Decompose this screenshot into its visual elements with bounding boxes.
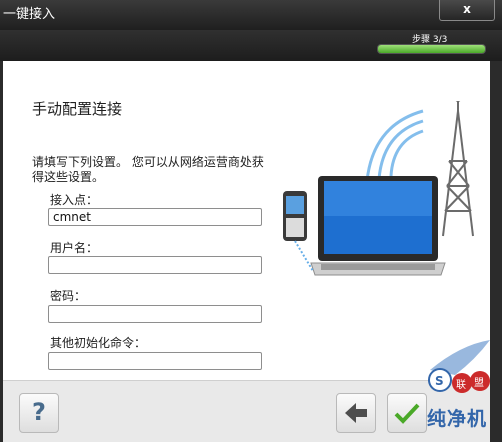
svg-text:联: 联 [456,379,466,391]
username-label: 用户名： [50,241,99,255]
bottom-toolbar: ? [3,380,490,442]
password-label: 密码： [50,289,87,303]
init-command-input[interactable] [48,352,262,370]
close-button[interactable]: x [439,0,495,21]
password-input[interactable] [48,305,262,323]
back-button[interactable] [336,393,376,433]
progress-bar-fill [378,45,485,53]
watermark-logo: S 联 盟 [428,340,490,393]
username-input[interactable] [48,256,262,274]
apn-input[interactable] [48,208,262,226]
window-title: 一键接入 [3,7,56,22]
svg-text:盟: 盟 [474,377,484,389]
step-header: 步骤 3/3 [0,30,502,61]
init-command-label: 其他初始化命令： [50,336,147,350]
page-title: 手动配置连接 [32,100,123,118]
connection-illustration [283,101,474,276]
svg-text:S: S [435,374,444,388]
content-panel: 手动配置连接 请填写下列设置。 您可以从网络运营商处获得这些设置。 接入点： 用… [3,61,490,380]
close-icon: x [463,2,471,16]
instruction-text: 请填写下列设置。 您可以从网络运营商处获得这些设置。 [32,155,264,184]
help-icon: ? [32,398,46,426]
arrow-left-icon [345,403,367,423]
title-bar: 一键接入 x [0,0,502,30]
phone-icon [283,191,314,272]
apn-label: 接入点： [50,193,99,207]
signal-waves-icon [365,109,424,182]
watermark-text: 纯净机 [427,408,488,430]
laptop-icon [310,176,446,276]
progress-bar [377,44,486,54]
antenna-tower-icon [442,101,474,237]
help-button[interactable]: ? [19,393,59,433]
